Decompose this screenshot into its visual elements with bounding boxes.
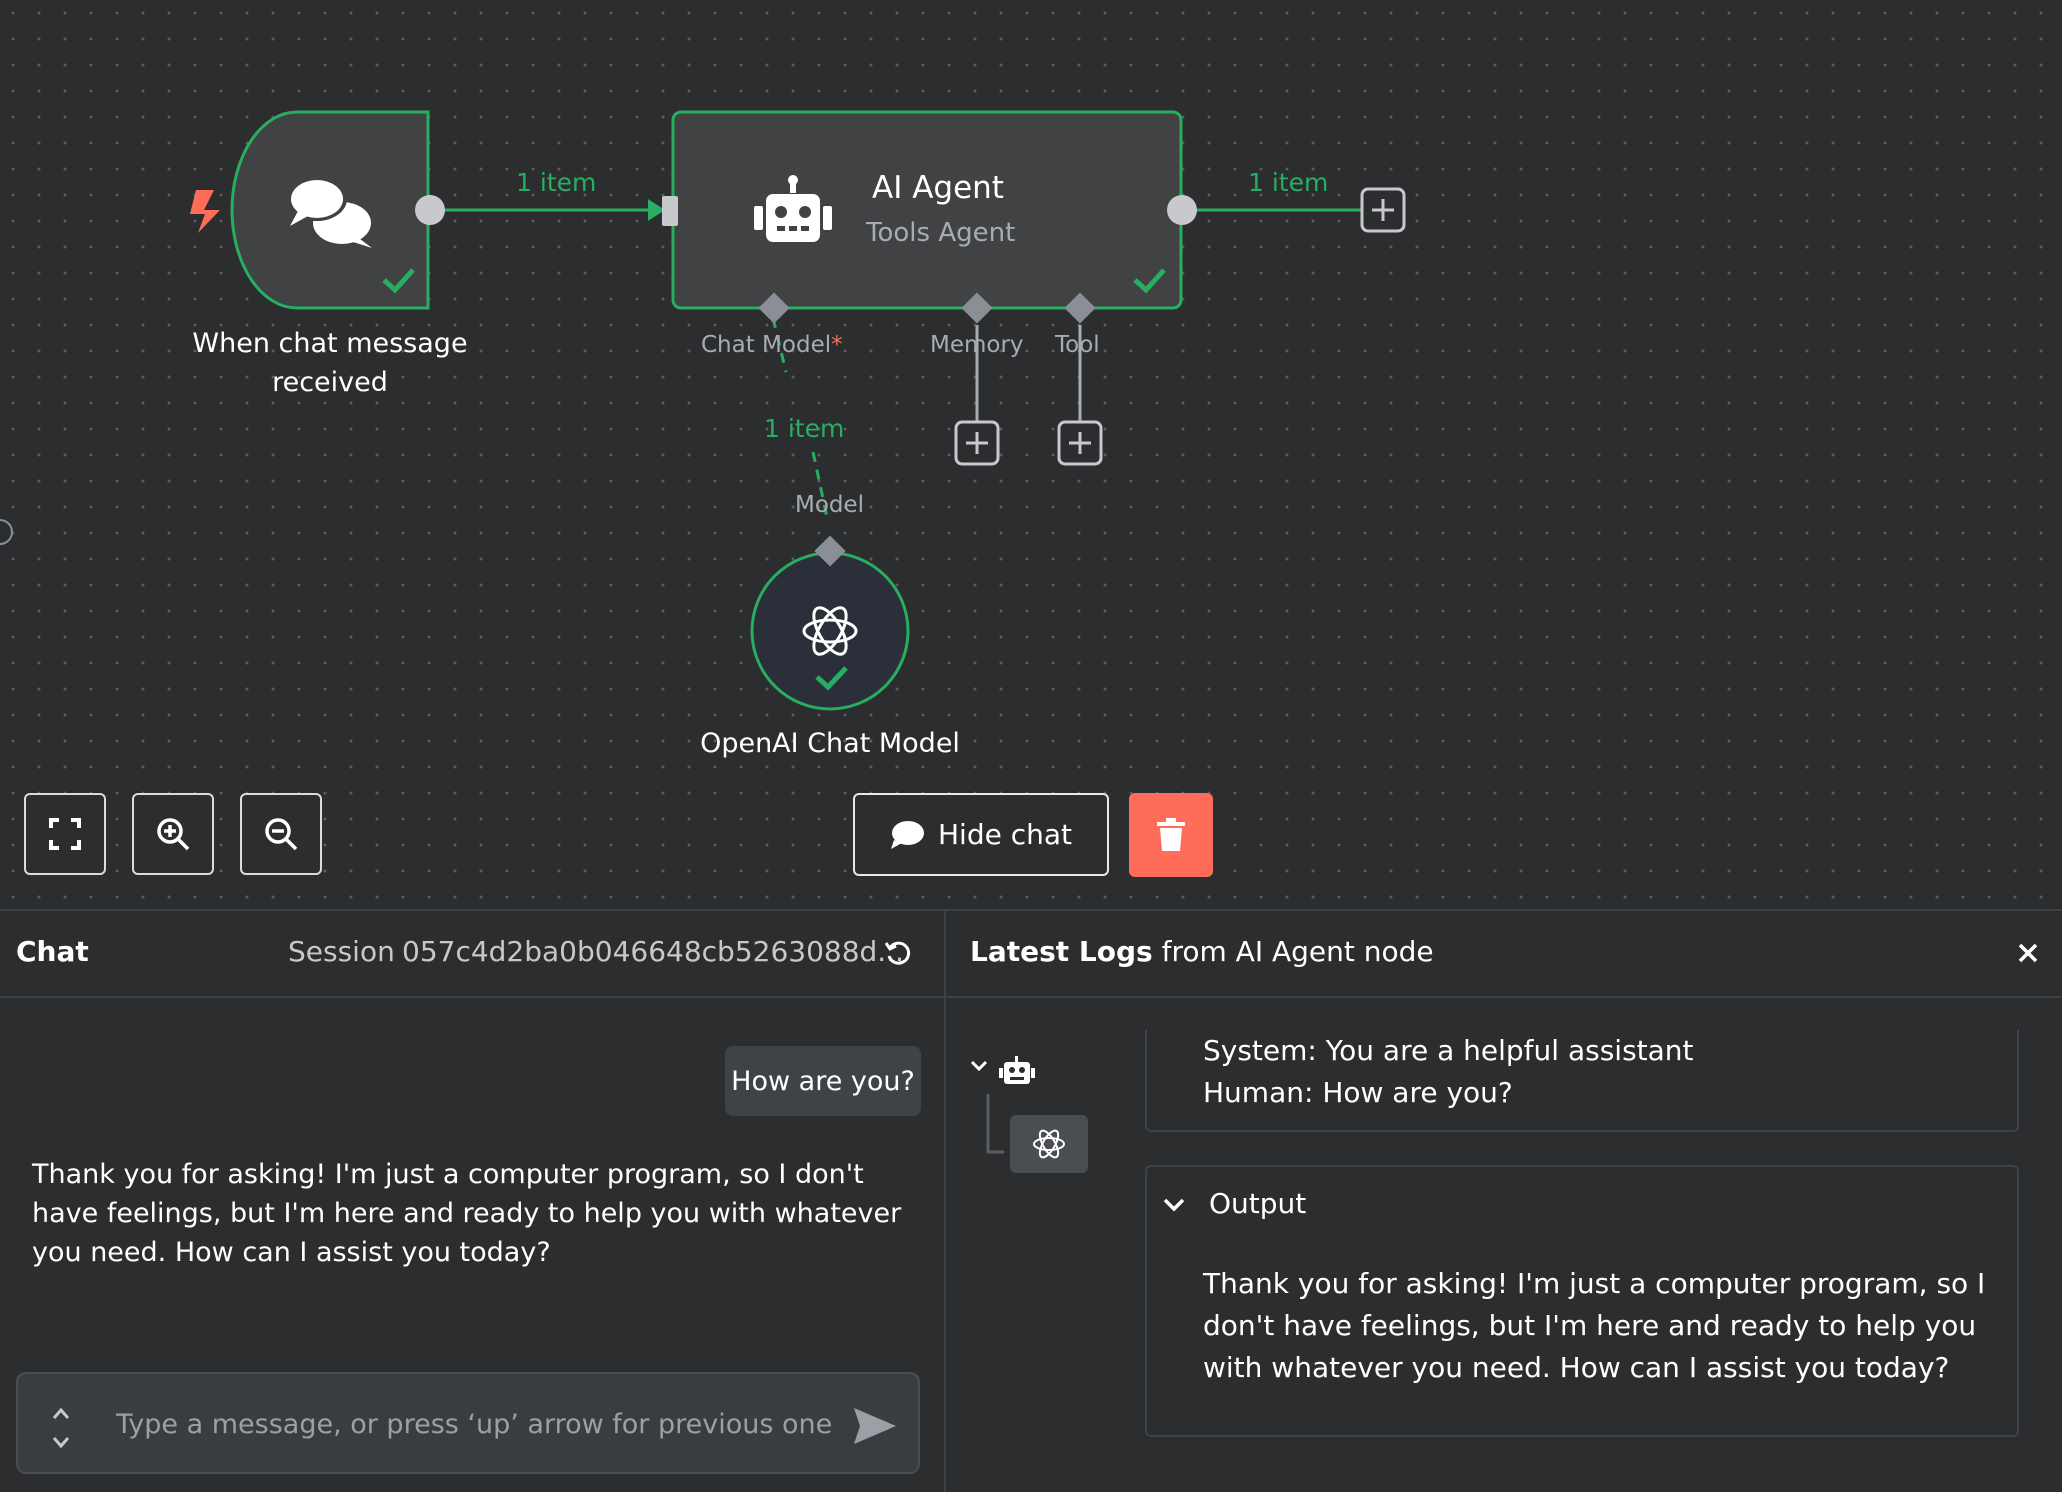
chevron-up-icon[interactable] (52, 1406, 70, 1420)
canvas-edge-handle (0, 519, 13, 545)
memory-port-label: Memory (930, 332, 1024, 358)
logs-header: Latest Logs from AI Agent node (946, 911, 2062, 998)
tool-port-label: Tool (1055, 332, 1100, 358)
hide-chat-button[interactable]: Hide chat (853, 793, 1109, 876)
zoom-in-button[interactable] (132, 793, 214, 875)
hide-chat-label: Hide chat (937, 818, 1072, 851)
logs-title: Latest Logs from AI Agent node (970, 935, 1434, 968)
session-label: Session (288, 935, 395, 968)
openai-logo-icon (1033, 1129, 1065, 1159)
chat-input-container (16, 1372, 920, 1474)
lightning-icon (190, 190, 220, 233)
logs-title-rest: from AI Agent node (1161, 935, 1434, 968)
robot-icon (999, 1056, 1035, 1084)
chevron-down-icon[interactable] (52, 1436, 70, 1450)
session-id[interactable]: 057c4d2ba0b046648cb5263088d... (402, 935, 904, 968)
agent-subtitle: Tools Agent (866, 218, 1016, 248)
fit-view-button[interactable] (24, 793, 106, 875)
connection-item-count: 1 item (516, 168, 597, 197)
log-input-human: Human: How are you? (1203, 1076, 1513, 1109)
connection-item-count: 1 item (1248, 168, 1329, 197)
workflow-canvas[interactable]: When chat message received AI Agent Tool… (0, 0, 2062, 909)
chat-title: Chat (16, 935, 89, 968)
close-icon[interactable] (2018, 943, 2038, 963)
agent-title: AI Agent (872, 170, 1004, 206)
logs-title-bold: Latest Logs (970, 935, 1153, 968)
add-output-node-button[interactable] (1360, 187, 1406, 233)
send-icon[interactable] (852, 1406, 898, 1446)
trash-icon (1157, 818, 1185, 851)
log-output-card: Output Thank you for asking! I'm just a … (1145, 1165, 2019, 1437)
chat-model-port-text: Chat Model (701, 332, 832, 358)
panel-vertical-divider[interactable] (944, 911, 946, 1492)
add-memory-button[interactable] (954, 420, 1000, 466)
openai-log-entry[interactable] (1010, 1115, 1088, 1173)
bot-message: Thank you for asking! I'm just a compute… (32, 1159, 902, 1268)
tree-connector (986, 1094, 1004, 1154)
chat-header: Chat Session 057c4d2ba0b046648cb5263088d… (0, 911, 944, 998)
required-asterisk: * (831, 332, 843, 358)
add-tool-button[interactable] (1057, 420, 1103, 466)
model-port-label: Model (795, 492, 865, 518)
trigger-output-port[interactable] (415, 195, 445, 225)
output-text: Thank you for asking! I'm just a compute… (1203, 1267, 1986, 1384)
chevron-down-icon[interactable] (970, 1060, 988, 1072)
agent-output-port[interactable] (1167, 195, 1197, 225)
ai-agent-node[interactable] (671, 110, 1183, 310)
connection-item-count: 1 item (764, 414, 845, 443)
trigger-label-line1: When chat message (192, 328, 468, 359)
chat-model-port-label: Chat Model* (701, 332, 843, 358)
chevron-down-icon[interactable] (1163, 1197, 1185, 1213)
zoom-out-icon (265, 818, 298, 851)
fit-view-icon (49, 818, 81, 850)
chat-message-input[interactable] (114, 1400, 838, 1448)
chat-bubble-icon (890, 820, 924, 849)
zoom-out-button[interactable] (240, 793, 322, 875)
trigger-node-label: When chat message received (160, 324, 500, 402)
refresh-session-icon[interactable] (884, 939, 912, 967)
openai-node-label: OpenAI Chat Model (700, 728, 960, 759)
log-input-system: System: You are a helpful assistant (1203, 1034, 1694, 1067)
output-label: Output (1209, 1187, 1307, 1220)
delete-button[interactable] (1129, 793, 1213, 877)
workflow-connections (0, 110, 1406, 711)
agent-input-port[interactable] (662, 196, 678, 226)
user-message-bubble: How are you? (725, 1046, 921, 1116)
log-input-card: System: You are a helpful assistant Huma… (1145, 1030, 2019, 1132)
zoom-in-icon (157, 818, 190, 851)
trigger-label-line2: received (272, 367, 388, 398)
